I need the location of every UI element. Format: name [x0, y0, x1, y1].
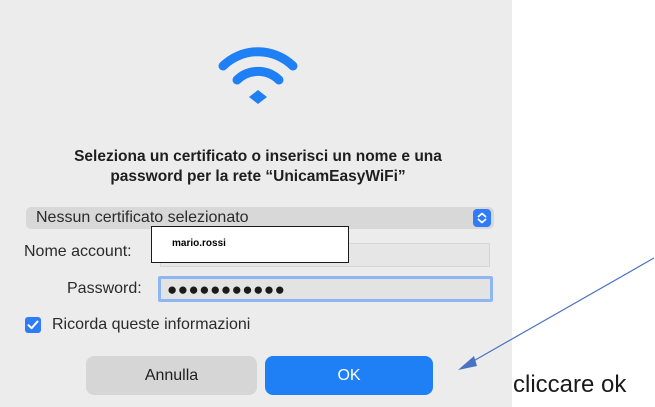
annotation-text: cliccare ok — [513, 371, 627, 398]
wifi-icon — [218, 47, 298, 104]
password-field[interactable]: ●●●●●●●●●●● — [158, 276, 493, 302]
account-label: Nome account: — [24, 243, 132, 260]
ok-button[interactable]: OK — [265, 356, 433, 395]
cancel-button[interactable]: Annulla — [86, 356, 257, 395]
prompt-line-1: Seleziona un certificato o inserisci un … — [74, 148, 442, 165]
account-value-box[interactable]: mario.rossi — [151, 226, 349, 263]
dialog-prompt: Seleziona un certificato o inserisci un … — [20, 147, 496, 187]
certificate-select-value: Nessun certificato selezionato — [36, 209, 249, 226]
checkmark-icon — [27, 320, 39, 330]
account-value: mario.rossi — [172, 238, 226, 249]
remember-checkbox[interactable] — [25, 317, 41, 333]
chevron-up-down-icon[interactable] — [473, 209, 491, 227]
prompt-line-2: password per la rete “UnicamEasyWiFi” — [110, 168, 406, 185]
password-value: ●●●●●●●●●●● — [167, 280, 286, 299]
remember-label: Ricorda queste informazioni — [52, 316, 251, 333]
password-label: Password: — [67, 280, 142, 297]
wifi-login-dialog: Seleziona un certificato o inserisci un … — [0, 0, 512, 407]
